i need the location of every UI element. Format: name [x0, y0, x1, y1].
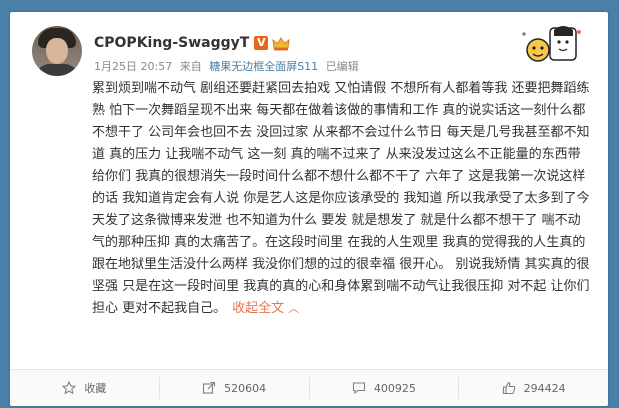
- post-meta: 1月25日 20:57 来自 糖果无边框全面屏S11 已编辑: [94, 58, 363, 74]
- vip-crown-icon[interactable]: [272, 36, 290, 51]
- user-nickname[interactable]: CPOPKing-SwaggyT: [94, 35, 249, 51]
- like-button[interactable]: 294424: [458, 377, 608, 399]
- favorite-button[interactable]: 收藏: [10, 377, 159, 399]
- like-count: 294424: [523, 381, 566, 395]
- post-time[interactable]: 1月25日 20:57: [94, 60, 172, 73]
- repost-button[interactable]: 520604: [158, 377, 309, 399]
- comment-button[interactable]: 400925: [308, 377, 459, 399]
- comment-icon: [352, 381, 366, 395]
- collapse-label: 收起全文: [232, 301, 285, 316]
- avatar[interactable]: [32, 26, 82, 76]
- comment-count: 400925: [373, 381, 416, 395]
- star-icon: [62, 381, 77, 395]
- share-icon: [202, 381, 216, 395]
- post-content: 累到烦到喘不动气 剧组还要赶紧回去拍戏 又怕请假 不想所有人都着等我 还要把舞蹈…: [92, 78, 592, 320]
- weibo-post-card: CPOPKing-SwaggyT V 1月25日 20:57 来自 糖果无边框全…: [10, 12, 608, 406]
- action-bar: 收藏 520604 400925 294424: [10, 369, 608, 406]
- post-header: CPOPKing-SwaggyT V 1月25日 20:57 来自 糖果无边框全…: [94, 34, 363, 74]
- collapse-text-link[interactable]: 收起全文 ︿: [232, 301, 299, 316]
- verified-icon[interactable]: V: [254, 36, 269, 50]
- edited-label: 已编辑: [325, 60, 359, 73]
- device-source: 糖果无边框全面屏S11: [209, 60, 319, 73]
- favorite-label: 收藏: [84, 382, 107, 395]
- chevron-up-icon: ︿: [288, 302, 300, 315]
- post-text: 累到烦到喘不动气 剧组还要赶紧回去拍戏 又怕请假 不想所有人都着等我 还要把舞蹈…: [92, 81, 590, 316]
- source-prefix: 来自: [179, 60, 202, 73]
- repost-count: 520604: [224, 381, 267, 395]
- like-icon: [502, 381, 516, 395]
- cartoon-decoration: [518, 20, 584, 68]
